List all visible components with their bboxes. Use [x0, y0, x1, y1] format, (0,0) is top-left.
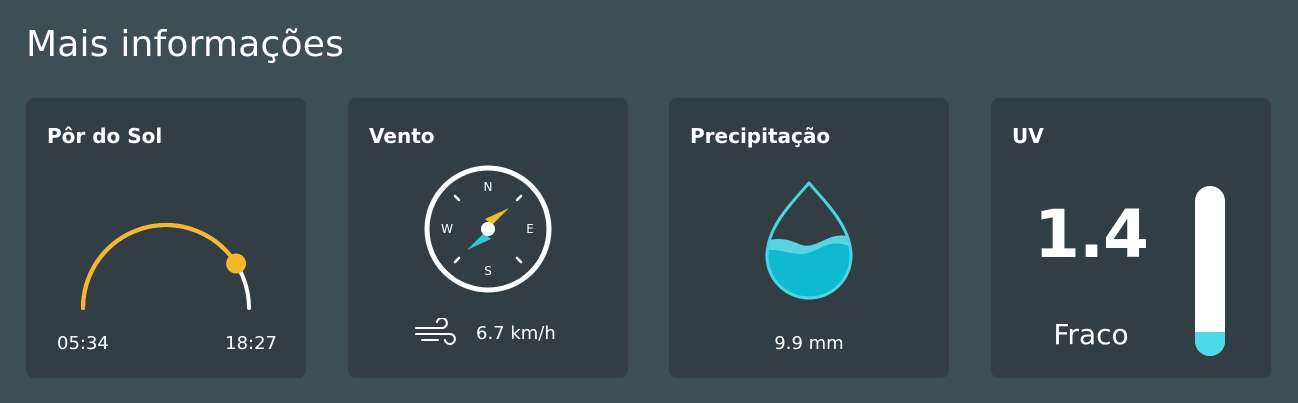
wind-row: 6.7 km/h	[414, 318, 556, 348]
uv-index-value: 1.4	[1034, 196, 1149, 273]
sunrise-time: 05:34	[57, 333, 109, 354]
precipitation-amount: 9.9 mm	[774, 333, 844, 354]
wind-icon	[415, 318, 456, 345]
uv-level-bar	[1195, 186, 1225, 356]
sun-dot-icon	[226, 253, 247, 274]
wind-card: Vento N S E W 6.7 km/h	[348, 98, 628, 378]
compass-center	[481, 222, 495, 236]
uv-card: UV 1.4 Fraco	[991, 98, 1271, 378]
wind-card-title: Vento	[369, 124, 435, 148]
wind-speed: 6.7 km/h	[476, 322, 556, 344]
sunset-time: 18:27	[225, 333, 277, 354]
sun-arc-background	[81, 223, 251, 310]
compass-tick	[515, 194, 523, 202]
compass-north: N	[484, 180, 493, 194]
sunset-card: Pôr do Sol 05:34 18:27	[26, 98, 306, 378]
wind-line-top	[415, 318, 448, 329]
compass-tick	[453, 194, 461, 202]
compass-tick	[515, 256, 523, 264]
uv-card-title: UV	[1012, 124, 1044, 148]
uv-level-label: Fraco	[1053, 318, 1129, 351]
water-drop-icon	[765, 181, 853, 300]
compass-west: W	[441, 222, 453, 236]
compass-east: E	[526, 222, 534, 236]
uv-level-fill	[1195, 332, 1225, 356]
wind-line-middle	[415, 333, 456, 345]
compass-tick	[453, 256, 461, 264]
precipitation-card: Precipitação 9.9 mm	[669, 98, 949, 378]
compass-south: S	[484, 264, 492, 278]
section-title: Mais informações	[26, 24, 345, 65]
compass-icon: N S E W	[424, 165, 552, 293]
sun-arc-progress	[81, 223, 239, 310]
precipitation-card-title: Precipitação	[690, 124, 831, 148]
